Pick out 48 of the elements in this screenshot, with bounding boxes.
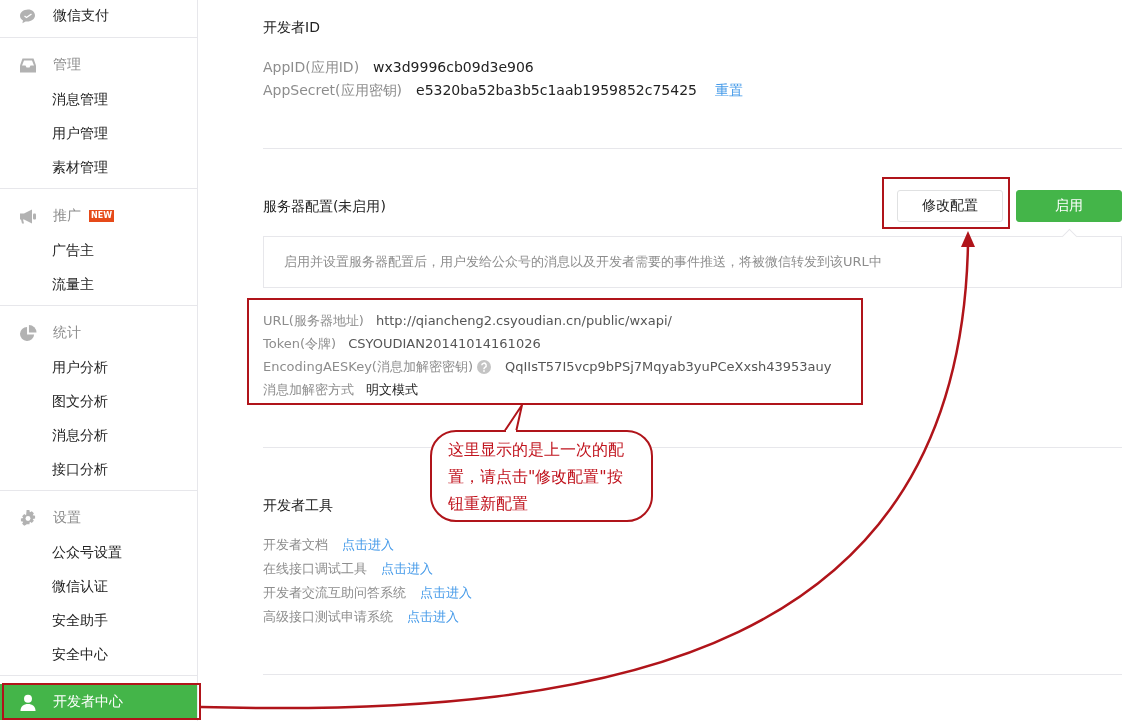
tool-label: 开发者文档	[263, 536, 328, 554]
tool-label: 在线接口调试工具	[263, 560, 367, 578]
field-label: AppSecret(应用密钥)	[263, 81, 403, 100]
chat-bubble-icon	[19, 7, 37, 25]
sidebar-item[interactable]: 消息管理	[0, 82, 197, 116]
section-title: 服务器配置(未启用)	[263, 197, 386, 216]
sidebar-item[interactable]: 接口分析	[0, 452, 197, 486]
tool-label: 开发者交流互助问答系统	[263, 584, 406, 602]
field-label: URL(服务器地址)	[263, 312, 364, 330]
field-label: Token(令牌)	[263, 335, 337, 353]
edit-config-button[interactable]: 修改配置	[897, 190, 1003, 222]
sidebar-item[interactable]: 用户管理	[0, 116, 197, 150]
field-value: 明文模式	[366, 381, 418, 399]
field-value: CSYOUDIAN20141014161026	[348, 335, 541, 353]
sidebar-item[interactable]: 安全助手	[0, 603, 197, 637]
sidebar-header[interactable]: 微信支付	[0, 0, 197, 32]
sidebar-item[interactable]: 广告主	[0, 233, 197, 267]
help-icon[interactable]	[477, 359, 491, 374]
callout-text: 这里显示的是上一次的配置，请点击"修改配置"按钮重新配置	[448, 439, 625, 515]
field-label: AppID(应用ID)	[263, 58, 360, 77]
sidebar-item[interactable]: 用户分析	[0, 350, 197, 384]
field-value: http://qiancheng2.csyoudian.cn/public/wxapi/	[375, 312, 672, 330]
section-title: 开发者ID	[263, 18, 320, 37]
info-text: 启用并设置服务器配置后，用户发给公众号的消息以及开发者需要的事件推送，将被微信转发到该URL中	[284, 253, 882, 271]
sidebar-header[interactable]: 推广 NEW	[0, 199, 197, 233]
sidebar-item[interactable]: 流量主	[0, 267, 197, 301]
sidebar-header[interactable]: 设置	[0, 501, 197, 535]
field-value: wx3d9996cb09d3e906	[373, 58, 534, 77]
sidebar-item[interactable]: 安全中心	[0, 637, 197, 671]
inbox-icon	[19, 56, 37, 74]
sidebar-item[interactable]: 微信认证	[0, 569, 197, 603]
sidebar-item[interactable]: 消息分析	[0, 418, 197, 452]
sidebar-header[interactable]: 管理	[0, 48, 197, 82]
megaphone-icon	[19, 207, 37, 225]
pie-chart-icon	[19, 324, 37, 342]
settings-icon	[19, 509, 37, 527]
field-value: e5320ba52ba3b5c1aab1959852c75425	[416, 81, 697, 100]
sidebar-item[interactable]: 素材管理	[0, 150, 197, 184]
new-badge: NEW	[89, 210, 114, 222]
section-title: 开发者工具	[263, 496, 333, 515]
tool-label: 高级接口测试申请系统	[263, 608, 393, 626]
sidebar-item[interactable]: 图文分析	[0, 384, 197, 418]
field-label: EncodingAESKey(消息加解密密钥)	[263, 358, 473, 376]
sidebar-item[interactable]: 公众号设置	[0, 535, 197, 569]
user-icon	[19, 693, 37, 711]
field-value: QqIIsT57I5vcp9bPSj7Mqyab3yuPCeXxsh43953auy	[505, 358, 832, 376]
field-label: 消息加解密方式	[263, 381, 354, 399]
sidebar-header[interactable]: 统计	[0, 316, 197, 350]
